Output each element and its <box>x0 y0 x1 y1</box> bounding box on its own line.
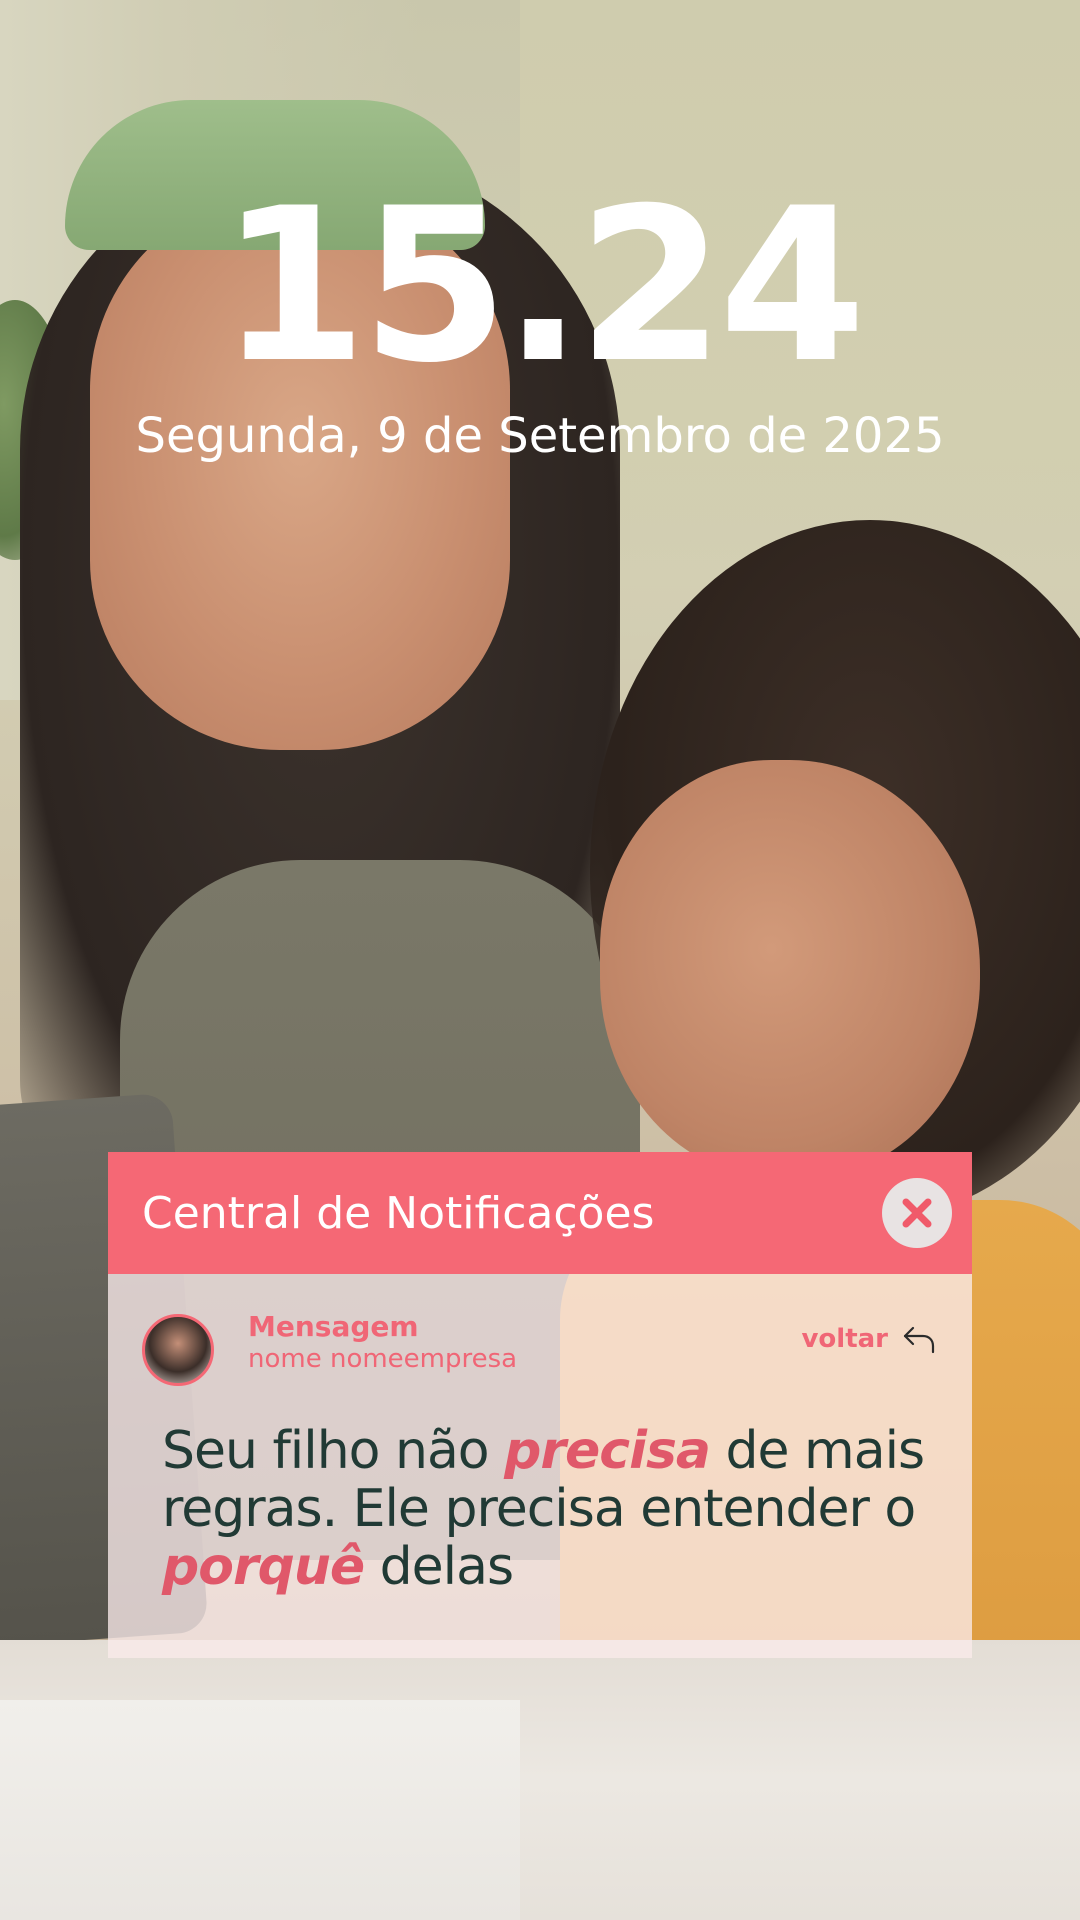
message-text-part3: delas <box>364 1537 514 1597</box>
message-emphasis-1: precisa <box>504 1421 711 1481</box>
message-text: Seu filho não precisa de mais regras. El… <box>162 1422 952 1596</box>
message-text-part1: Seu filho não <box>162 1421 505 1481</box>
lockscreen-clock: 15.24 <box>219 162 867 409</box>
notification-panel-body: Mensagem nome nomeempresa voltar Seu fil… <box>108 1274 972 1658</box>
paper-sheet <box>0 1700 520 1920</box>
notification-panel-title: Central de Notificações <box>142 1188 655 1239</box>
lockscreen-date: Segunda, 9 de Setembro de 2025 <box>135 408 945 464</box>
notification-panel: Central de Notificações Mensagem nome no… <box>108 1152 972 1658</box>
close-x-icon <box>902 1198 932 1228</box>
message-sender: Mensagem <box>248 1310 419 1343</box>
notification-panel-header: Central de Notificações <box>108 1152 972 1274</box>
back-button[interactable]: voltar <box>801 1324 936 1355</box>
back-label: voltar <box>801 1324 888 1354</box>
message-emphasis-2: porquê <box>162 1537 365 1597</box>
message-company: nome nomeempresa <box>248 1344 518 1374</box>
avatar <box>142 1314 214 1386</box>
girl-face <box>600 760 980 1180</box>
reply-arrow-icon <box>903 1326 935 1353</box>
close-button[interactable] <box>882 1178 952 1248</box>
